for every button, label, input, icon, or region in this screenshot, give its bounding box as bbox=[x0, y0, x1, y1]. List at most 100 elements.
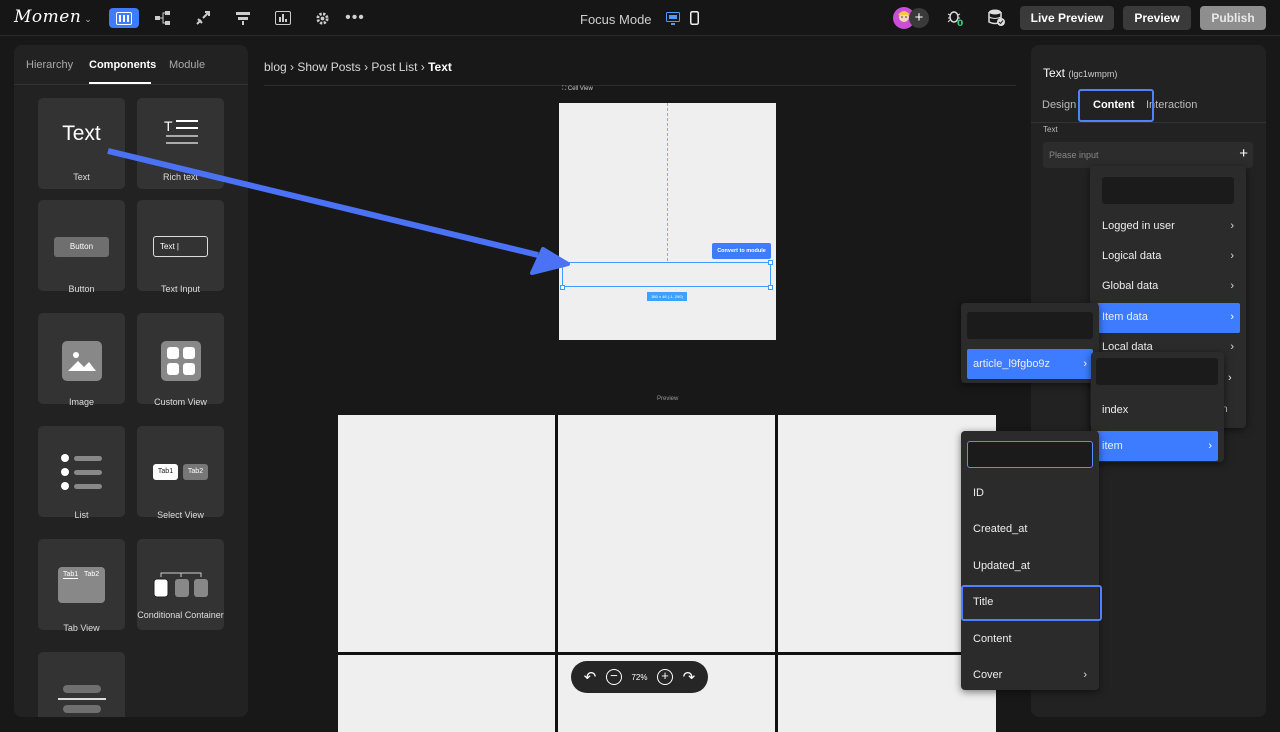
text-field-label: Text bbox=[1043, 125, 1058, 134]
menu-item-item-label: item › bbox=[1102, 440, 1212, 452]
component-image[interactable]: Image bbox=[38, 313, 125, 407]
top-toolbar: Momen ⌄ ••• Focus Mode + 0 Live Preview P… bbox=[0, 0, 1280, 36]
api-icon[interactable] bbox=[228, 8, 258, 28]
cell-view-canvas[interactable]: Convert to module 380 x 46 (-1, 290) bbox=[559, 103, 776, 340]
cell-view-label: ⛶ Cell View bbox=[562, 86, 593, 92]
chevron-right-icon: › bbox=[1230, 341, 1234, 351]
component-label: Rich text bbox=[162, 172, 198, 182]
component-conditional-container[interactable]: Conditional Container bbox=[137, 539, 224, 630]
select-view-icon: Tab1 bbox=[153, 464, 178, 480]
component-list[interactable]: List bbox=[38, 426, 125, 520]
mobile-view-icon[interactable] bbox=[684, 8, 704, 28]
guide-line bbox=[667, 103, 668, 261]
breadcrumb-item[interactable]: blog bbox=[264, 60, 287, 74]
tab-module[interactable]: Module bbox=[169, 59, 205, 71]
resize-handle[interactable] bbox=[560, 285, 565, 290]
menu-item-content[interactable]: Content bbox=[973, 633, 1012, 645]
breadcrumb-item[interactable]: Show Posts bbox=[297, 60, 360, 74]
pages-icon[interactable] bbox=[109, 8, 139, 28]
custom-view-icon bbox=[161, 341, 201, 386]
invite-plus-icon[interactable]: + bbox=[909, 8, 929, 28]
menu-search-input[interactable] bbox=[967, 312, 1093, 339]
article-menu: index item › bbox=[1091, 352, 1224, 462]
dashboard-icon[interactable] bbox=[268, 8, 298, 28]
component-divider[interactable] bbox=[38, 652, 125, 717]
left-panel: Hierarchy Components Module Text Text T … bbox=[14, 45, 248, 717]
text-input-icon: Text | bbox=[153, 236, 208, 257]
selected-element-title: Text (lgc1wmpm) bbox=[1043, 66, 1118, 80]
component-label: List bbox=[74, 510, 89, 520]
menu-item-index[interactable]: index bbox=[1102, 404, 1128, 416]
chevron-right-icon: › bbox=[1208, 440, 1212, 452]
zoom-out-icon[interactable]: − bbox=[605, 669, 622, 685]
menu-item-updated-at[interactable]: Updated_at bbox=[973, 560, 1030, 572]
tab-components[interactable]: Components bbox=[89, 59, 156, 71]
menu-item-cover[interactable]: Cover › bbox=[973, 669, 1087, 681]
live-preview-button[interactable]: Live Preview bbox=[1020, 6, 1114, 30]
tab-design[interactable]: Design bbox=[1042, 99, 1076, 111]
redo-icon[interactable]: ↷ bbox=[683, 668, 696, 686]
menu-item-local-data[interactable]: Local data › bbox=[1102, 341, 1234, 351]
settings-gear-icon[interactable] bbox=[307, 8, 337, 28]
selected-text-element[interactable] bbox=[562, 262, 771, 287]
preview-cell[interactable] bbox=[558, 415, 775, 652]
menu-item-item-data-label: Item data › bbox=[1102, 311, 1234, 323]
text-content-input[interactable]: Please input + bbox=[1043, 142, 1253, 168]
publish-button[interactable]: Publish bbox=[1200, 6, 1266, 30]
breadcrumb-item[interactable]: Post List bbox=[371, 60, 417, 74]
resize-handle[interactable] bbox=[560, 260, 565, 265]
zoom-toolbar: ↶ − 72% + ↷ bbox=[571, 661, 708, 693]
component-text[interactable]: Text Text bbox=[38, 98, 125, 189]
chevron-right-icon: › bbox=[1230, 311, 1234, 323]
menu-item-global-data[interactable]: Global data › bbox=[1102, 280, 1234, 292]
component-label: Text Input bbox=[160, 284, 201, 294]
database-check-icon[interactable] bbox=[987, 9, 1006, 32]
tab-hierarchy[interactable]: Hierarchy bbox=[26, 59, 73, 71]
canvas-divider bbox=[264, 85, 1016, 86]
zoom-in-icon[interactable]: + bbox=[657, 669, 674, 685]
menu-search-input[interactable] bbox=[1096, 358, 1218, 385]
tab-view-icon: Tab1 Tab2 bbox=[58, 567, 105, 603]
tab-view-tab-glyph: Tab1 bbox=[63, 571, 79, 579]
conditional-container-icon bbox=[153, 569, 209, 604]
debug-bug-icon[interactable]: 0 bbox=[946, 9, 964, 32]
divider-icon bbox=[63, 685, 101, 693]
component-label: Select View bbox=[157, 510, 204, 520]
tab-divider bbox=[1031, 122, 1266, 123]
desktop-view-icon[interactable] bbox=[662, 8, 684, 28]
preview-button[interactable]: Preview bbox=[1123, 6, 1191, 30]
menu-item-created-at[interactable]: Created_at bbox=[973, 523, 1027, 535]
component-text-input[interactable]: Text | Text Input bbox=[137, 200, 224, 294]
convert-to-module-button[interactable]: Convert to module bbox=[712, 243, 771, 259]
tab-view-tab-glyph: Tab2 bbox=[84, 571, 100, 578]
chevron-right-icon: › bbox=[1230, 280, 1234, 292]
app-logo[interactable]: Momen ⌄ bbox=[14, 7, 92, 27]
image-icon bbox=[62, 341, 102, 386]
component-button[interactable]: Button Button bbox=[38, 200, 125, 294]
menu-item-logged-in-user[interactable]: Logged in user › bbox=[1102, 220, 1234, 232]
component-rich-text[interactable]: T Rich text bbox=[137, 98, 224, 189]
component-label: Conditional Container bbox=[137, 610, 224, 620]
preview-cell[interactable] bbox=[338, 415, 555, 652]
menu-search-input[interactable] bbox=[1102, 177, 1234, 204]
actionflow-icon[interactable] bbox=[188, 8, 218, 28]
menu-item-logical-data[interactable]: Logical data › bbox=[1102, 250, 1234, 262]
data-model-icon[interactable] bbox=[148, 8, 178, 28]
more-options-icon[interactable]: ••• bbox=[340, 8, 370, 28]
preview-cell[interactable] bbox=[338, 655, 555, 732]
menu-search-input[interactable] bbox=[967, 441, 1093, 468]
breadcrumb: blog › Show Posts › Post List › Text bbox=[264, 60, 452, 74]
add-data-plus-icon[interactable]: + bbox=[1239, 146, 1248, 161]
divider-line-glyph bbox=[58, 698, 106, 700]
text-icon: Text bbox=[62, 122, 101, 145]
undo-icon[interactable]: ↶ bbox=[584, 668, 597, 686]
component-custom-view[interactable]: Custom View bbox=[137, 313, 224, 407]
component-tab-view[interactable]: Tab1 Tab2 Tab View bbox=[38, 539, 125, 633]
menu-item-id[interactable]: ID bbox=[973, 487, 984, 499]
svg-text:0: 0 bbox=[957, 19, 963, 27]
resize-handle[interactable] bbox=[768, 260, 773, 265]
chevron-right-icon: › bbox=[1228, 372, 1232, 384]
chevron-right-icon: › bbox=[1230, 220, 1234, 232]
component-select-view[interactable]: Tab1 Tab2 Select View bbox=[137, 426, 224, 520]
resize-handle[interactable] bbox=[768, 285, 773, 290]
